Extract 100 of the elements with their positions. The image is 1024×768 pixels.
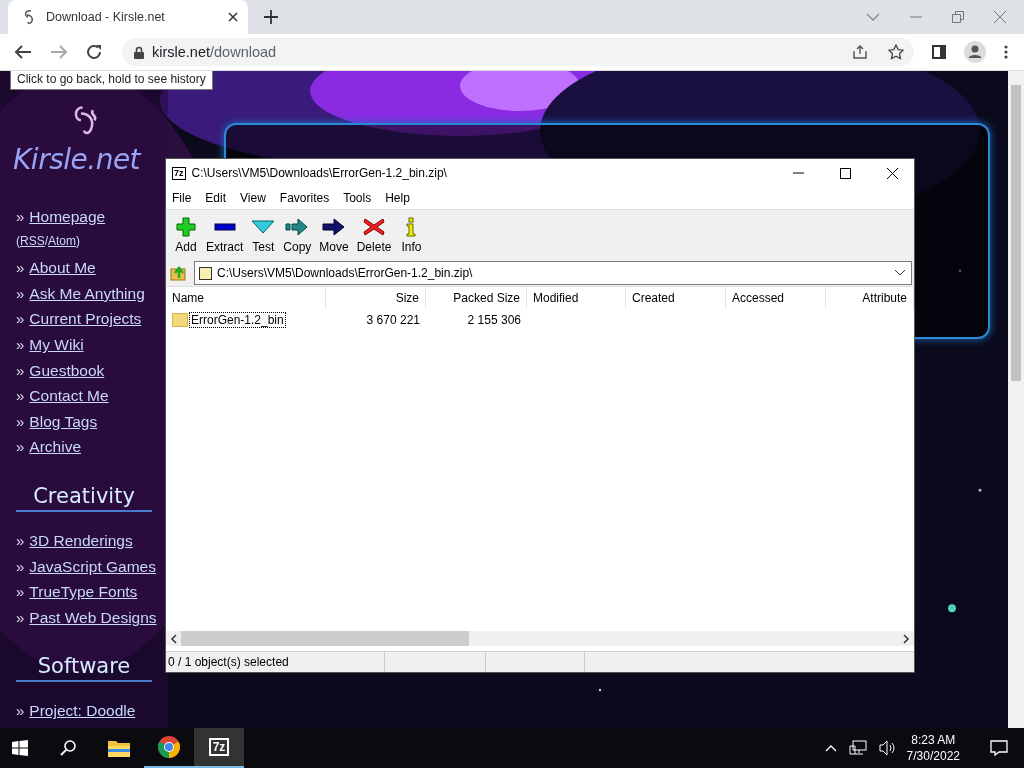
nav-link[interactable]: Contact Me [29, 387, 109, 406]
nav-link[interactable]: Past Web Designs [29, 608, 157, 627]
clock-time[interactable]: 8:23 AM [911, 732, 956, 748]
nav-link[interactable]: 3D Renderings [29, 532, 133, 551]
folder-icon [172, 313, 188, 327]
menu-item[interactable]: Tools [343, 191, 372, 205]
file-name[interactable]: ErrorGen-1.2_bin [190, 313, 285, 327]
column-header[interactable]: Name [166, 287, 326, 309]
back-icon[interactable] [14, 44, 32, 60]
window-title: C:\Users\VM5\Downloads\ErrorGen-1.2_bin.zip\ [191, 166, 447, 180]
toolbar-button[interactable]: Test [247, 214, 280, 256]
toolbar-button[interactable]: Extract [202, 214, 248, 256]
paren: ) [76, 233, 81, 248]
site-logo[interactable]: Kirsle.net [13, 143, 141, 177]
toolbar-button[interactable]: Info [395, 214, 428, 256]
clock-date[interactable]: 7/30/2022 [906, 748, 960, 764]
bullet: » [16, 310, 25, 328]
column-header[interactable]: Packed Size [426, 287, 527, 309]
table-cell-text: 3 670 221 [365, 313, 421, 327]
menu-item[interactable]: View [240, 191, 266, 205]
notifications-icon[interactable] [990, 740, 1008, 756]
separator: / [44, 233, 49, 248]
feed-link[interactable]: Atom [48, 233, 77, 248]
nav-link[interactable]: Homepage [29, 208, 106, 227]
plus-icon [174, 216, 198, 237]
browser-icon [158, 736, 180, 758]
menu-item[interactable]: Help [385, 191, 410, 205]
section-heading: Software [16, 654, 152, 683]
path-field[interactable]: C:\Users\VM5\Downloads\ErrorGen-1.2_bin.zip\ [194, 261, 912, 285]
table-cell-text: 2 155 306 [466, 313, 522, 327]
close-icon[interactable] [228, 12, 238, 22]
bullet: » [16, 208, 25, 226]
menu-item[interactable]: Edit [205, 191, 227, 205]
reload-icon[interactable] [86, 44, 102, 60]
bullet: » [16, 702, 25, 720]
arrow-right-icon [285, 216, 310, 237]
archiver-button[interactable]: 7z [194, 728, 244, 768]
site-icon [22, 9, 36, 25]
column-header[interactable]: Modified [527, 287, 626, 309]
bullet: » [16, 557, 25, 575]
nav-link[interactable]: My Wiki [29, 336, 84, 355]
nav-link[interactable]: Ask Me Anything [29, 284, 145, 303]
folder-icon [108, 739, 130, 757]
menu-item[interactable]: Favorites [279, 191, 330, 205]
status-text: 0 / 1 object(s) selected [166, 652, 385, 672]
bullet: » [16, 387, 25, 405]
scrollbar[interactable] [166, 631, 914, 646]
address-bar[interactable]: kirsle.net/download [122, 38, 914, 66]
toolbar-button[interactable]: Move [315, 214, 353, 256]
tab-search-icon[interactable] [866, 13, 880, 21]
feed-link[interactable]: RSS [20, 233, 45, 248]
network-icon[interactable] [848, 740, 867, 756]
column-header[interactable]: Attribute [826, 287, 914, 309]
menu-icon[interactable] [1004, 45, 1008, 59]
restore-icon[interactable] [952, 11, 964, 23]
scroll-left-icon[interactable] [170, 633, 178, 644]
bullet: » [16, 583, 25, 601]
nav-link[interactable]: About Me [29, 259, 96, 278]
column-header[interactable]: Size [326, 287, 426, 309]
nav-link[interactable]: TrueType Fonts [29, 583, 138, 602]
bullet: » [16, 336, 25, 354]
app-icon: 7z [172, 166, 186, 180]
bullet: » [16, 259, 25, 277]
maximize-icon[interactable] [840, 167, 851, 179]
nav-link[interactable]: Current Projects [29, 310, 142, 329]
nav-link[interactable]: JavaScript Games [29, 557, 156, 576]
bullet: » [16, 608, 25, 626]
nav-link[interactable]: Guestbook [29, 361, 105, 380]
scroll-right-icon[interactable] [902, 633, 910, 644]
nav-link[interactable]: Project: Doodle [29, 702, 136, 721]
paren: ( [16, 233, 20, 248]
new-tab-icon[interactable] [264, 10, 278, 24]
chevron-up-icon[interactable] [824, 744, 837, 752]
volume-icon[interactable] [878, 740, 897, 756]
section-heading: Creativity [16, 484, 152, 513]
archive-icon [199, 266, 212, 280]
bookmark-star-icon[interactable] [888, 44, 904, 60]
column-header[interactable]: Created [626, 287, 726, 309]
tooltip: Click to go back, hold to see history [10, 71, 213, 90]
column-header[interactable]: Accessed [726, 287, 826, 309]
nav-link[interactable]: Archive [29, 438, 82, 457]
toolbar-button[interactable]: Copy [279, 214, 316, 256]
share-icon[interactable] [852, 44, 868, 60]
dropdown-icon[interactable] [895, 270, 905, 276]
cross-icon [362, 216, 387, 237]
close-icon[interactable] [887, 167, 898, 179]
menu-item[interactable]: File [172, 191, 192, 205]
side-panel-icon[interactable] [932, 45, 946, 59]
bullet: » [16, 284, 25, 302]
bullet: » [16, 412, 25, 430]
start-icon[interactable] [12, 740, 28, 756]
toolbar-button[interactable]: Add [170, 214, 202, 256]
scrollbar[interactable] [1008, 71, 1024, 728]
search-icon[interactable] [60, 740, 76, 756]
up-folder-icon[interactable] [170, 264, 188, 282]
toolbar-button[interactable]: Delete [352, 214, 396, 256]
browser-tab[interactable]: Download - Kirsle.net [8, 0, 248, 34]
nav-link[interactable]: Blog Tags [29, 412, 98, 431]
profile-icon[interactable] [964, 41, 986, 63]
lock-icon [134, 45, 144, 59]
